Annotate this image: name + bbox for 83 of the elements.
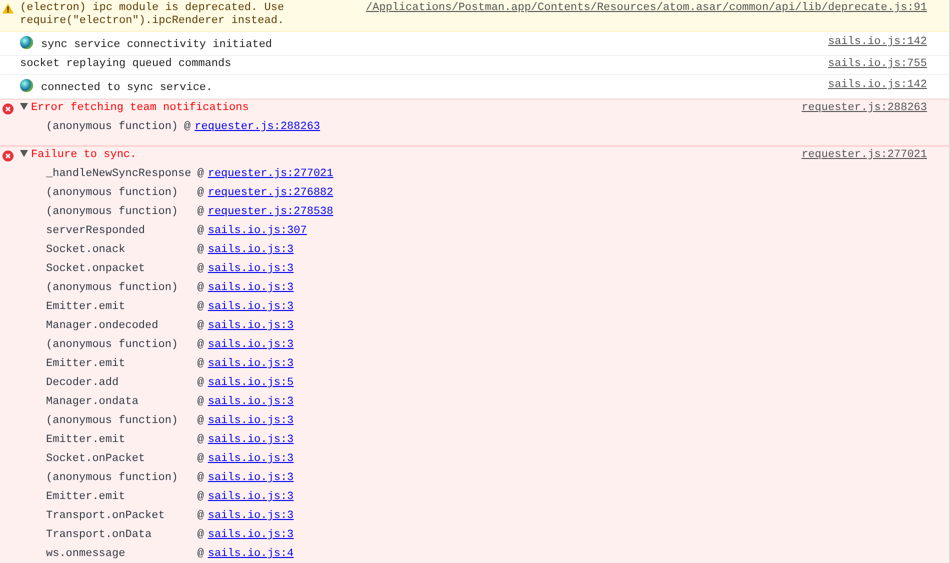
stack-link[interactable]: requester.js:288263 — [194, 121, 320, 133]
stack-link[interactable]: requester.js:277021 — [208, 168, 334, 180]
at-sign: @ — [197, 491, 204, 503]
source-link[interactable]: /Applications/Postman.app/Contents/Resources/atom.asar/common/api/lib/deprecate.js:91 — [366, 2, 927, 15]
at-sign: @ — [197, 301, 204, 313]
stack-function: Decoder.add — [46, 377, 119, 389]
stack-link[interactable]: sails.io.js:3 — [208, 358, 294, 370]
stack-link[interactable]: sails.io.js:3 — [208, 244, 294, 256]
stack-function: (anonymous function) — [46, 472, 178, 484]
at-sign: @ — [197, 187, 204, 199]
at-sign: @ — [197, 548, 204, 560]
stack-function: Socket.onPacket — [46, 453, 146, 465]
stack-link[interactable]: sails.io.js:3 — [208, 263, 294, 275]
at-sign: @ — [197, 472, 204, 484]
source-link[interactable]: requester.js:277021 — [802, 149, 927, 162]
stack-function: Socket.onpacket — [46, 263, 146, 275]
stack-link[interactable]: sails.io.js:3 — [208, 339, 294, 351]
at-sign: @ — [197, 396, 204, 408]
stack-function: Emitter.emit — [46, 491, 126, 503]
error-message: Error fetching team notifications — [31, 102, 249, 114]
disclosure-triangle-icon[interactable] — [20, 150, 28, 157]
stack-link[interactable]: sails.io.js:3 — [208, 491, 294, 503]
at-sign: @ — [197, 282, 204, 294]
stack-function: (anonymous function) — [46, 206, 178, 218]
log-message: socket replaying queued commands — [20, 58, 232, 70]
stack-function: (anonymous function) — [46, 282, 178, 294]
at-sign: @ — [197, 510, 204, 522]
stack-link[interactable]: sails.io.js:3 — [208, 453, 294, 465]
stack-function: Transport.onPacket — [46, 510, 165, 522]
stack-link[interactable]: sails.io.js:3 — [208, 320, 294, 332]
source-link[interactable]: sails.io.js:142 — [828, 79, 927, 92]
stack-function: Emitter.emit — [46, 358, 126, 370]
stack-link[interactable]: sails.io.js:3 — [208, 282, 294, 294]
at-sign: @ — [197, 320, 204, 332]
at-sign: @ — [197, 415, 204, 427]
at-sign: @ — [197, 244, 204, 256]
stack-link[interactable]: sails.io.js:3 — [208, 434, 294, 446]
at-sign: @ — [197, 339, 204, 351]
log-message: connected to sync service. — [41, 82, 213, 94]
stack-function: (anonymous function) — [46, 415, 178, 427]
error-icon — [2, 150, 14, 162]
at-sign: @ — [197, 263, 204, 275]
stack-link[interactable]: sails.io.js:3 — [208, 472, 294, 484]
stack-function: (anonymous function) — [46, 187, 178, 199]
stack-link[interactable]: sails.io.js:3 — [208, 415, 294, 427]
at-sign: @ — [197, 434, 204, 446]
source-link[interactable]: sails.io.js:142 — [828, 36, 927, 49]
error-message: Failure to sync. — [31, 149, 137, 161]
stack-function: _handleNewSyncResponse — [46, 168, 192, 180]
stack-link[interactable]: sails.io.js:3 — [208, 396, 294, 408]
at-sign: @ — [184, 121, 191, 133]
stack-function: Manager.ondecoded — [46, 320, 158, 332]
stack-link[interactable]: sails.io.js:5 — [208, 377, 294, 389]
stack-link[interactable]: sails.io.js:4 — [208, 548, 294, 560]
source-link[interactable]: requester.js:288263 — [802, 102, 927, 115]
stack-link[interactable]: requester.js:278538 — [208, 206, 334, 218]
at-sign: @ — [197, 225, 204, 237]
error-icon — [2, 103, 14, 115]
stack-function: (anonymous function) — [46, 121, 178, 133]
stack-link[interactable]: sails.io.js:3 — [208, 510, 294, 522]
disclosure-triangle-icon[interactable] — [20, 103, 28, 110]
stack-function: Socket.onack — [46, 244, 126, 256]
stack-function: Emitter.emit — [46, 301, 126, 313]
stack-function: ws.onmessage — [46, 548, 126, 560]
at-sign: @ — [197, 377, 204, 389]
stack-link[interactable]: sails.io.js:307 — [208, 225, 307, 237]
stack-function: (anonymous function) — [46, 339, 178, 351]
at-sign: @ — [197, 529, 204, 541]
stack-function: Transport.onData — [46, 529, 152, 541]
log-message: sync service connectivity initiated — [41, 39, 272, 51]
warning-icon — [2, 3, 14, 14]
stack-function: serverResponded — [46, 225, 146, 237]
warning-message: (electron) ipc module is deprecated. Use require("electron").ipcRenderer instead. — [20, 2, 286, 28]
source-link[interactable]: sails.io.js:755 — [828, 58, 927, 71]
stack-function: Manager.ondata — [46, 396, 138, 408]
stack-link[interactable]: sails.io.js:3 — [208, 301, 294, 313]
stack-link[interactable]: sails.io.js:3 — [208, 529, 294, 541]
stack-link[interactable]: requester.js:276882 — [208, 187, 334, 199]
at-sign: @ — [197, 206, 204, 218]
stack-function: Emitter.emit — [46, 434, 126, 446]
at-sign: @ — [197, 168, 204, 180]
at-sign: @ — [197, 453, 204, 465]
at-sign: @ — [197, 358, 204, 370]
